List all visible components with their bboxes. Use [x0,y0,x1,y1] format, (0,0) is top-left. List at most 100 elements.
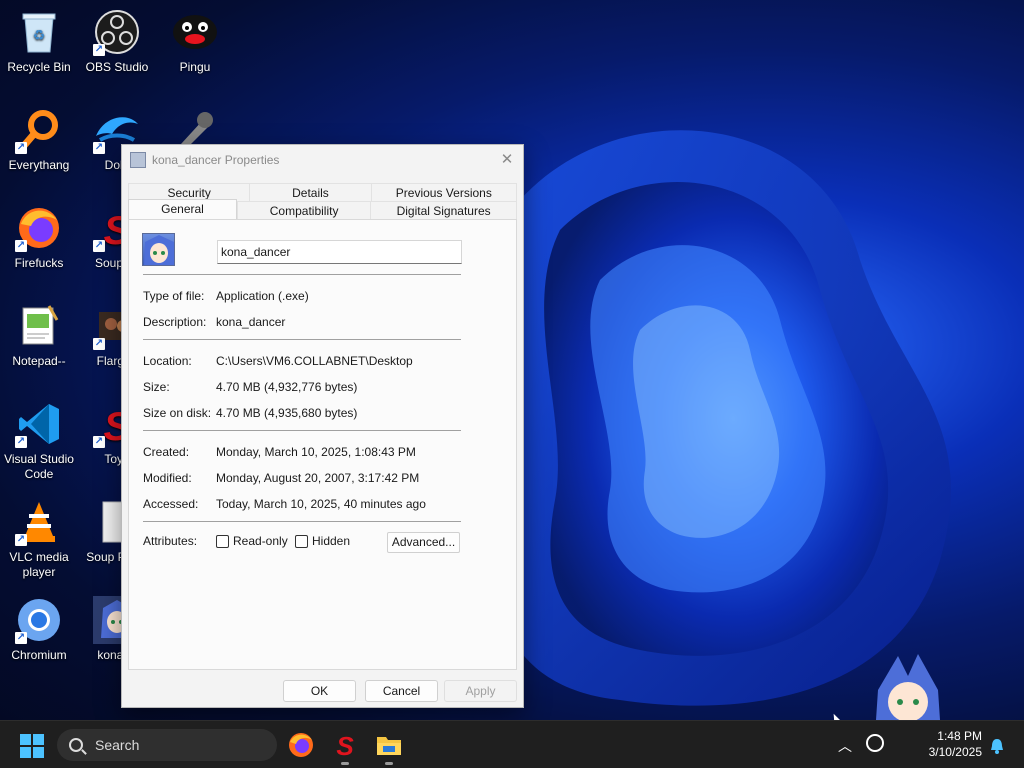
file-icon [142,233,175,266]
type-value: Application (.exe) [216,289,309,303]
properties-dialog: kona_dancer Properties ✕ Security Detail… [121,144,524,708]
notification-bell-icon[interactable] [990,738,1004,757]
desktop-icon-vscode[interactable]: ↗ Visual Studio Code [0,400,78,482]
separator [143,521,461,522]
taskbar: Search S ︿ 1:48 PM 3/10/2025 [0,720,1024,768]
tab-details[interactable]: Details [249,183,371,201]
size-label: Size: [143,380,170,394]
accessed-value: Today, March 10, 2025, 40 minutes ago [216,497,426,511]
vscode-icon: ↗ [15,400,63,448]
readonly-label: Read-only [233,534,288,548]
pingu-icon [171,8,219,56]
desktop-icon-label: VLC media player [9,550,69,579]
app-icon [130,152,146,168]
accessed-label: Accessed: [143,497,199,511]
description-label: Description: [143,315,207,329]
desktop-icon-vlc[interactable]: ↗ VLC media player [0,498,78,580]
location-label: Location: [143,354,192,368]
shortcut-arrow-icon: ↗ [15,436,27,448]
shortcut-arrow-icon: ↗ [93,142,105,154]
shortcut-arrow-icon: ↗ [15,534,27,546]
desktop-icon-label: Visual Studio Code [4,452,74,481]
taskbar-file-explorer[interactable] [375,731,403,765]
attributes-label: Attributes: [143,534,198,548]
advanced-button[interactable]: Advanced... [387,532,460,553]
modified-value: Monday, August 20, 2007, 3:17:42 PM [216,471,420,485]
desktop-icon-everythang[interactable]: ↗ Everythang [0,106,78,173]
desktop-icon-label: Firefucks [14,256,64,270]
created-value: Monday, March 10, 2025, 1:08:43 PM [216,445,416,459]
size-on-disk-label: Size on disk: [143,406,212,420]
desktop-icon-label: Notepad-- [12,354,66,368]
separator [143,430,461,431]
running-indicator [385,762,393,765]
dialog-title: kona_dancer Properties [152,153,280,167]
globe-icon[interactable] [866,734,884,752]
size-on-disk-value: 4.70 MB (4,935,680 bytes) [216,406,358,420]
desktop-icon-notepad[interactable]: Notepad-- [0,302,78,369]
desktop-icon-firefucks[interactable]: ↗ Firefucks [0,204,78,271]
file-name-input[interactable] [217,240,462,264]
created-label: Created: [143,445,190,459]
shortcut-arrow-icon: ↗ [93,44,105,56]
svg-text:♻: ♻ [33,27,46,43]
shortcut-arrow-icon: ↗ [93,338,105,350]
desktop-icon-chromium[interactable]: ↗ Chromium [0,596,78,663]
shortcut-arrow-icon: ↗ [93,436,105,448]
vlc-icon: ↗ [15,498,63,546]
taskbar-firefox[interactable] [287,731,315,759]
close-icon[interactable]: ✕ [497,150,517,170]
firefox-icon: ↗ [15,204,63,252]
firefox-icon [289,733,313,757]
desktop-icon-label: OBS Studio [85,60,149,74]
taskbar-search[interactable]: Search [57,729,277,761]
magnifier-icon: ↗ [15,106,63,154]
search-icon [69,738,83,752]
separator [143,274,461,275]
notepad-icon [15,302,63,350]
size-value: 4.70 MB (4,932,776 bytes) [216,380,358,394]
description-value: kona_dancer [216,315,286,329]
shortcut-arrow-icon: ↗ [15,632,27,644]
hidden-checkbox[interactable]: Hidden [295,534,350,548]
obs-icon: ↗ [93,8,141,56]
desktop-icon-recycle-bin[interactable]: ♻ Recycle Bin [0,8,78,75]
tab-previous-versions[interactable]: Previous Versions [370,183,517,201]
tab-compatibility[interactable]: Compatibility [237,201,371,219]
desktop-icon-label: Pingu [179,60,211,74]
recycle-bin-icon: ♻ [15,8,63,56]
checkbox-box[interactable] [295,534,308,548]
desktop-icon-obs[interactable]: ↗ OBS Studio [78,8,156,75]
clock-time[interactable]: 1:48 PM [930,729,982,743]
apply-button[interactable]: Apply [444,680,517,702]
modified-label: Modified: [143,471,192,485]
tray-overflow-chevron-icon[interactable]: ︿ [838,736,852,756]
checkbox-box[interactable] [216,534,229,548]
desktop-icon-label: Recycle Bin [7,60,71,74]
clock-date[interactable]: 3/10/2025 [920,745,982,759]
general-panel: Type of file: Application (.exe) Descrip… [128,219,517,670]
separator [143,339,461,340]
running-indicator [341,762,349,765]
cancel-button[interactable]: Cancel [365,680,438,702]
shortcut-arrow-icon: ↗ [15,142,27,154]
hidden-label: Hidden [312,534,351,548]
tab-digital-signatures[interactable]: Digital Signatures [370,201,517,219]
search-label: Search [95,737,140,753]
start-button[interactable] [20,734,44,758]
desktop-icon-label: Chromium [11,648,67,662]
location-value: C:\Users\VM6.COLLABNET\Desktop [216,354,413,368]
desktop-icon-label: Everythang [8,158,70,172]
shortcut-arrow-icon: ↗ [15,240,27,252]
dialog-titlebar[interactable]: kona_dancer Properties ✕ [122,145,523,175]
svg-text:S: S [336,731,354,759]
tab-strip: Security Details Previous Versions Gener… [128,183,517,219]
chromium-icon: ↗ [15,596,63,644]
type-label: Type of file: [143,289,205,303]
folder-icon [377,737,401,755]
readonly-checkbox[interactable]: Read-only [216,534,288,548]
desktop-icon-pingu[interactable]: Pingu [156,8,234,75]
taskbar-souptoy[interactable]: S [331,731,359,765]
tab-general[interactable]: General [128,199,238,219]
ok-button[interactable]: OK [283,680,356,702]
